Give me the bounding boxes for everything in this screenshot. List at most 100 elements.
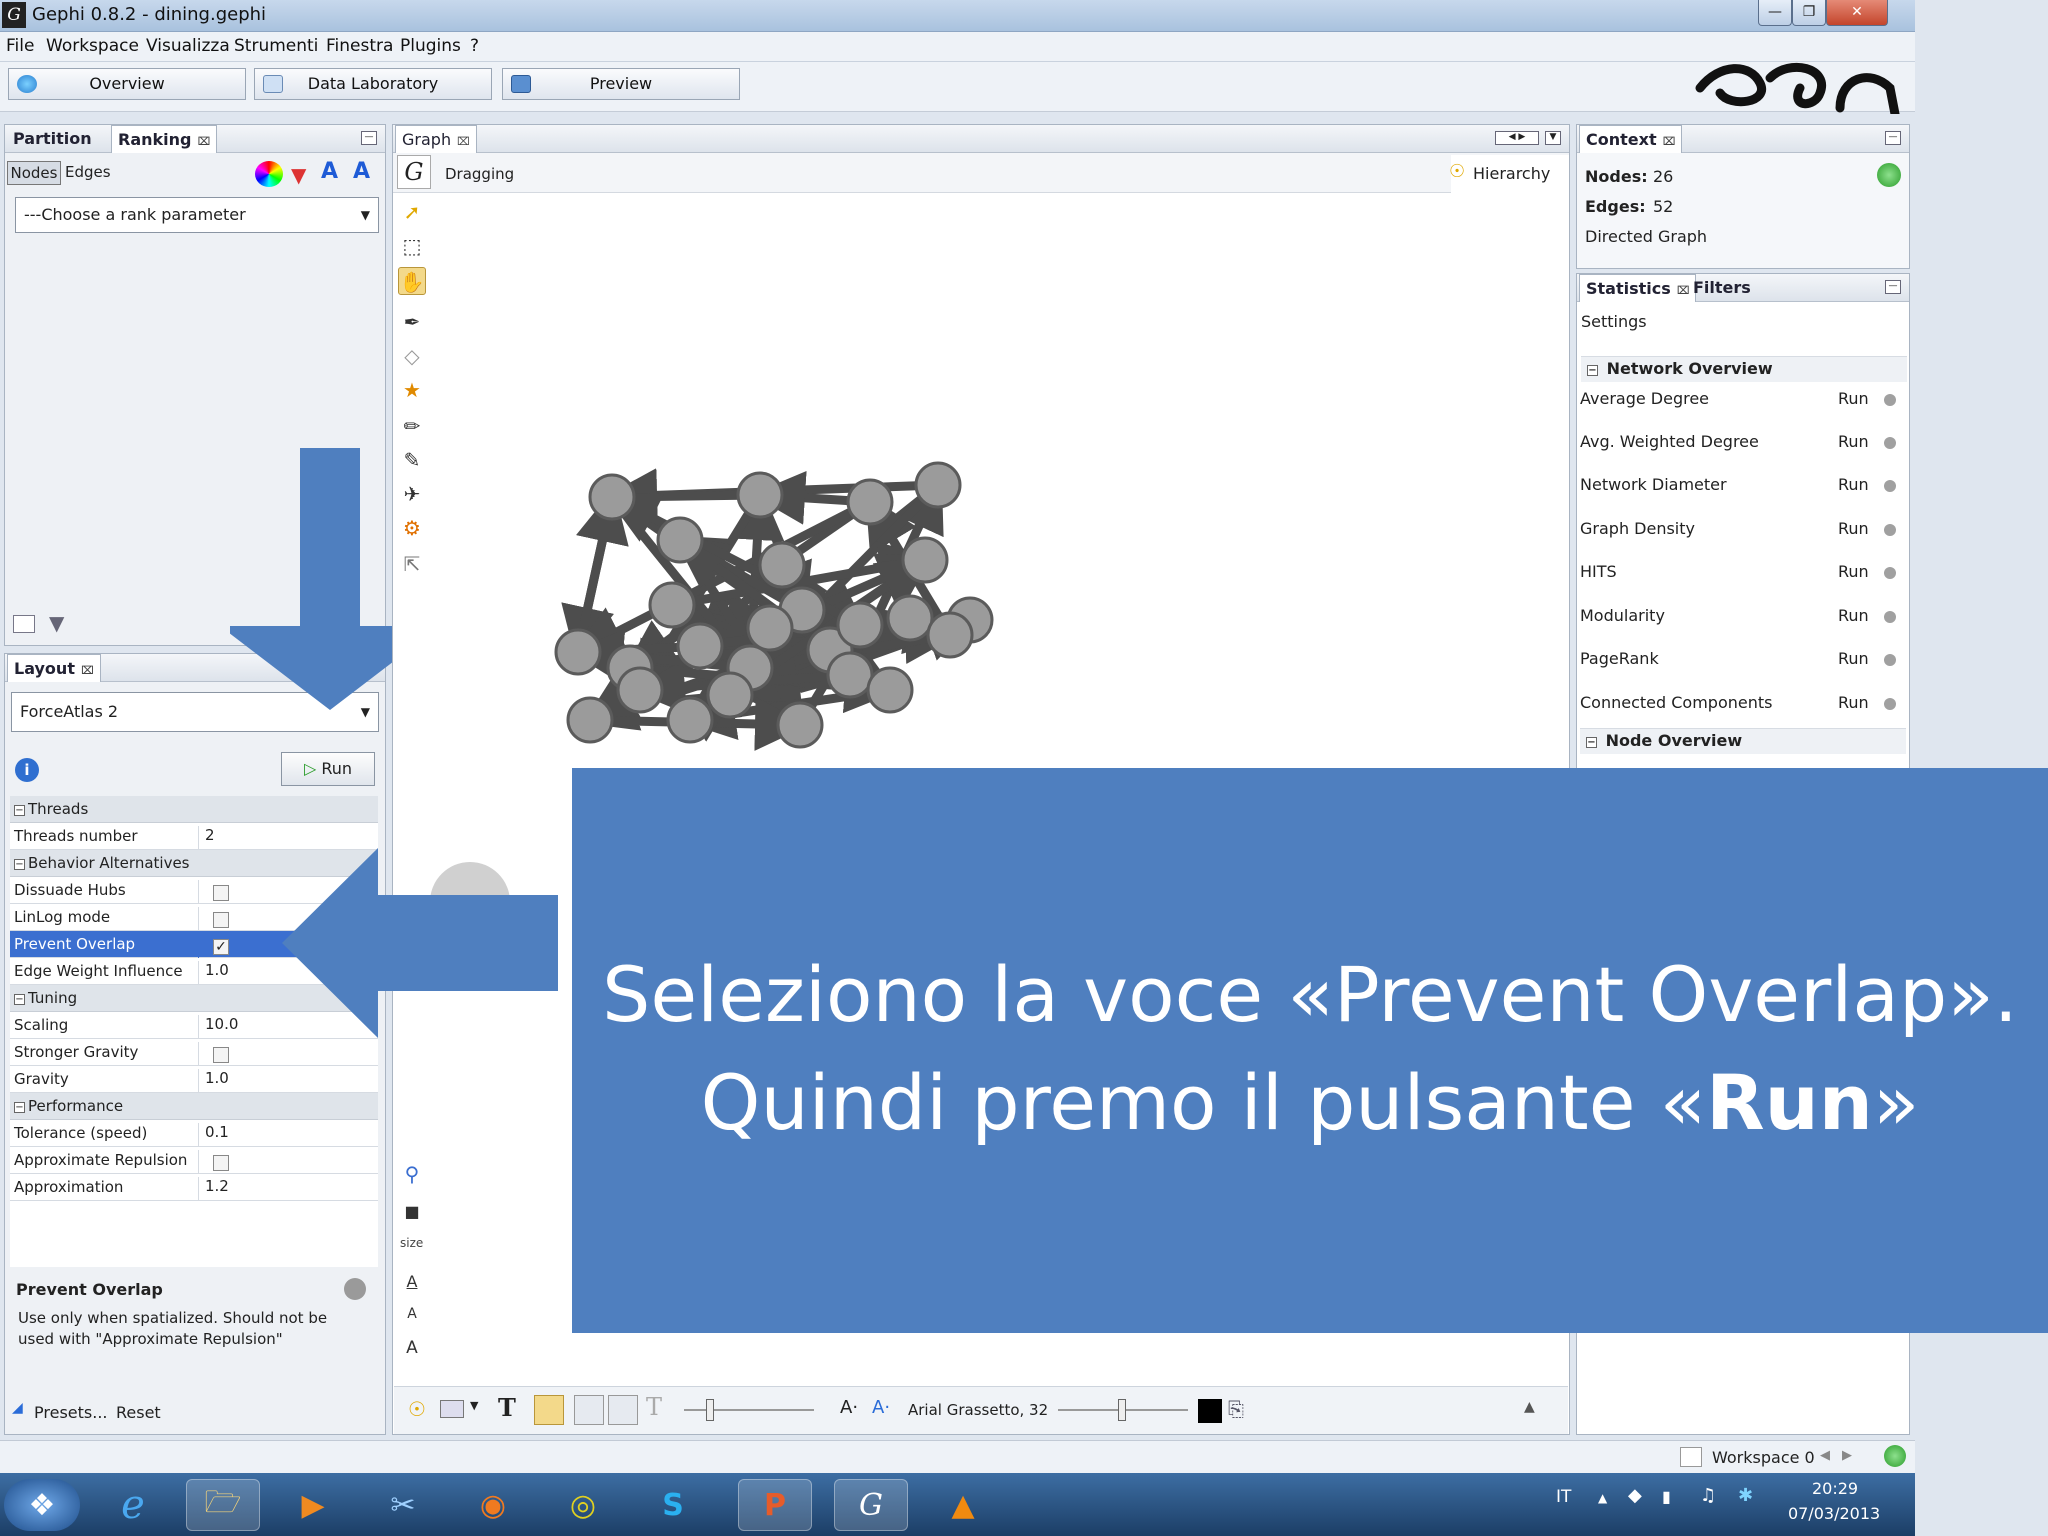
internet-explorer-icon[interactable]: e: [96, 1479, 170, 1531]
media-player-icon[interactable]: ▶: [276, 1479, 350, 1531]
font-color-icon[interactable]: A·: [872, 1397, 890, 1418]
text-outline-icon[interactable]: T: [646, 1393, 662, 1421]
edge-scale-slider[interactable]: [684, 1409, 814, 1411]
menu-visualizza[interactable]: Visualizza: [146, 36, 230, 56]
refresh-icon[interactable]: [1877, 163, 1901, 187]
network-overview-header[interactable]: − Network Overview: [1581, 356, 1907, 382]
graph-node[interactable]: [836, 601, 884, 649]
filter-icon[interactable]: ▼: [49, 611, 64, 635]
light-icon[interactable]: ☉: [408, 1397, 426, 1421]
graph-node[interactable]: [736, 471, 784, 519]
presets-button[interactable]: Presets...: [34, 1403, 107, 1422]
tray-arrow-icon[interactable]: ▲: [1598, 1491, 1607, 1505]
clock-date[interactable]: 07/03/2013: [1788, 1504, 1880, 1523]
rectangle-select-icon[interactable]: ⬚: [398, 232, 426, 260]
label-color-swatch[interactable]: [1198, 1399, 1222, 1423]
graph-node[interactable]: [588, 473, 636, 521]
close-tab-icon[interactable]: ⌧: [457, 135, 470, 148]
signal-icon[interactable]: ▮: [1662, 1487, 1671, 1506]
drag-hand-icon[interactable]: ✋: [398, 267, 426, 295]
tab-ranking[interactable]: Ranking ⌧: [111, 125, 218, 153]
chevron-down-icon[interactable]: ▼: [470, 1399, 478, 1412]
close-tab-icon[interactable]: ⌧: [1663, 135, 1676, 148]
next-workspace-icon[interactable]: ▶: [1842, 1448, 1852, 1463]
snipping-tool-icon[interactable]: ✂: [366, 1479, 440, 1531]
plane-icon[interactable]: ✈: [398, 480, 426, 508]
minimize-button[interactable]: —: [1758, 0, 1792, 26]
tab-layout[interactable]: Layout ⌧: [7, 654, 101, 682]
threads-number-row[interactable]: Threads number 2: [10, 823, 378, 850]
clipboard-icon[interactable]: ⎘: [1228, 1397, 1244, 1421]
reset-button[interactable]: Reset: [116, 1403, 161, 1422]
background-color-icon[interactable]: ■: [398, 1198, 426, 1226]
select-arrow-icon[interactable]: ➚: [398, 198, 426, 226]
settings-link[interactable]: Settings: [1581, 312, 1647, 331]
graph-node[interactable]: [706, 671, 754, 719]
stronger-gravity-row[interactable]: Stronger Gravity: [10, 1039, 378, 1066]
node-overview-header[interactable]: − Node Overview: [1580, 728, 1906, 754]
edge-thin-icon[interactable]: [574, 1395, 604, 1425]
skype-icon[interactable]: S: [636, 1479, 710, 1531]
menu-help[interactable]: ?: [470, 36, 479, 56]
run-button[interactable]: Run: [1838, 475, 1869, 494]
pencil-icon[interactable]: ✏: [398, 412, 426, 440]
graph-node[interactable]: [666, 696, 714, 744]
label-color-icon[interactable]: A: [321, 159, 338, 184]
size-diamond-icon[interactable]: ▼: [291, 163, 306, 187]
font-label[interactable]: Arial Grassetto, 32: [908, 1401, 1048, 1419]
graph-node[interactable]: [746, 604, 794, 652]
graph-node[interactable]: [901, 536, 949, 584]
lock-icon[interactable]: ▲: [1524, 1399, 1535, 1415]
minimize-panel-button[interactable]: —: [1885, 131, 1901, 145]
tab-context[interactable]: Context ⌧: [1579, 125, 1683, 153]
tab-partition[interactable]: Partition: [7, 125, 98, 153]
clock-time[interactable]: 20:29: [1812, 1479, 1858, 1498]
brush-icon[interactable]: ✒: [398, 308, 426, 336]
close-button[interactable]: ✕: [1826, 0, 1888, 26]
dissuade-hubs-checkbox[interactable]: [213, 885, 229, 901]
prev-workspace-icon[interactable]: ◀: [1820, 1448, 1830, 1463]
overview-button[interactable]: Overview: [8, 68, 246, 100]
gear-icon[interactable]: ⚙: [398, 514, 426, 542]
gephi-taskbar-icon[interactable]: G: [834, 1479, 908, 1531]
rank-parameter-select[interactable]: ---Choose a rank parameter ▼: [15, 197, 379, 233]
firefox-icon[interactable]: ◉: [456, 1479, 530, 1531]
run-button[interactable]: Run: [1838, 606, 1869, 625]
approximation-row[interactable]: Approximation 1.2: [10, 1174, 378, 1201]
label-size-icon[interactable]: A: [353, 159, 370, 184]
menu-file[interactable]: File: [6, 36, 34, 56]
edges-toggle[interactable]: Edges: [65, 163, 111, 181]
edge-weight-icon[interactable]: [608, 1395, 638, 1425]
volume-icon[interactable]: ♫: [1700, 1485, 1716, 1506]
text-tool-icon[interactable]: T: [498, 1393, 516, 1422]
graph-node[interactable]: [926, 611, 974, 659]
hierarchy-button[interactable]: Hierarchy: [1473, 164, 1550, 183]
file-explorer-icon[interactable]: 🗁: [186, 1479, 260, 1531]
paint-icon[interactable]: ★: [398, 376, 426, 404]
screenshot-icon[interactable]: [440, 1400, 464, 1418]
stronger-gravity-checkbox[interactable]: [213, 1047, 229, 1063]
performance-category[interactable]: − Performance: [10, 1093, 378, 1120]
graph-node[interactable]: [656, 516, 704, 564]
cursor-help-icon[interactable]: ⇱: [398, 550, 426, 578]
graph-node[interactable]: [616, 666, 664, 714]
start-button[interactable]: ❖: [4, 1479, 80, 1531]
tolerance-row[interactable]: Tolerance (speed) 0.1: [10, 1120, 378, 1147]
linlog-checkbox[interactable]: [213, 912, 229, 928]
run-button[interactable]: Run: [1838, 432, 1869, 451]
bluetooth-icon[interactable]: ✱: [1738, 1485, 1753, 1506]
graph-edge[interactable]: [573, 488, 629, 653]
tab-list-button[interactable]: ▼: [1545, 131, 1561, 145]
data-laboratory-button[interactable]: Data Laboratory: [254, 68, 492, 100]
zoom-icon[interactable]: ⚲: [398, 1160, 426, 1188]
approx-repulsion-row[interactable]: Approximate Repulsion: [10, 1147, 378, 1174]
preview-button[interactable]: Preview: [502, 68, 740, 100]
language-indicator[interactable]: IT: [1556, 1487, 1571, 1507]
graph-canvas[interactable]: [530, 440, 1210, 780]
graph-node[interactable]: [776, 701, 824, 749]
menu-workspace[interactable]: Workspace: [46, 36, 139, 56]
menu-finestra[interactable]: Finestra: [326, 36, 393, 56]
workspace-label[interactable]: Workspace 0: [1712, 1448, 1815, 1467]
run-button[interactable]: Run: [1838, 693, 1869, 712]
color-wheel-icon[interactable]: [255, 161, 283, 187]
